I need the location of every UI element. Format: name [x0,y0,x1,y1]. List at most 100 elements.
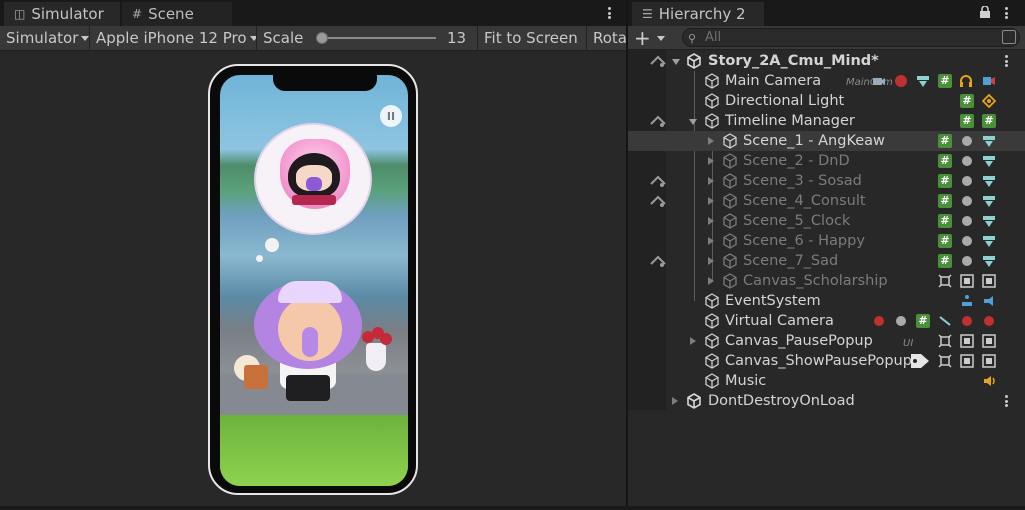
cinemachine-icon [984,316,994,326]
script-icon: # [938,254,952,268]
row-label: Scene_1 - AngKeaw [743,133,885,149]
thought-dot [265,238,279,252]
playable-icon [962,236,972,246]
rotate-button[interactable]: Rota [587,26,626,51]
add-icon[interactable]: + [634,27,651,49]
row-label: EventSystem [725,293,821,309]
scene-menu-icon[interactable] [1001,52,1011,70]
tab-simulator[interactable]: ◫ Simulator [4,2,120,26]
gameobject-icon [705,113,719,129]
simulator-tabbar: ◫ Simulator # Scene [0,0,626,26]
playable-icon [896,316,906,326]
hierarchy-search-input[interactable]: ⚲ All [682,28,1020,47]
headphones-icon [960,75,972,87]
hierarchy-scene-row[interactable]: Story_2A_Cmu_Mind* [628,51,1025,71]
audio-source-icon [984,376,995,386]
girl-shirt [292,195,336,205]
list-icon: ☰ [642,7,653,21]
scale-value: 13 [447,29,467,47]
fold-arrow-icon[interactable] [708,137,714,145]
tab-hierarchy[interactable]: ☰ Hierarchy 2 [632,2,764,26]
fit-to-screen-button[interactable]: Fit to Screen [478,26,587,51]
fold-arrow-icon[interactable] [690,337,696,345]
hierarchy-row[interactable]: Scene_7_Sad # [628,251,1025,271]
rotate-label: Rota [593,29,626,47]
simulator-menu-icon[interactable] [604,4,614,22]
fold-arrow-icon[interactable] [672,397,678,405]
row-label: Canvas_Scholarship [743,273,888,289]
hierarchy-row[interactable]: Scene_3 - Sosad # [628,171,1025,191]
visibility-icon[interactable] [650,194,666,208]
fold-arrow-icon[interactable] [708,177,714,185]
script-icon: # [960,114,974,128]
hierarchy-row[interactable]: Canvas_ShowPausePopup [628,351,1025,371]
rect-transform-icon [938,354,952,368]
hierarchy-row[interactable]: Main Camera MainCam # [628,71,1025,91]
hierarchy-row[interactable]: Timeline Manager # # [628,111,1025,131]
scene-visibility-icon[interactable] [650,54,666,68]
mode-dropdown[interactable]: Simulator [0,26,90,51]
input-module-icon [984,296,993,306]
tab-scene[interactable]: # Scene [122,2,232,26]
playable-icon [962,136,972,146]
row-label: Scene_7_Sad [743,253,839,269]
chevron-down-icon[interactable] [657,36,665,41]
canvas-scaler-icon [982,354,996,368]
playable-icon [962,176,972,186]
scale-slider-track[interactable] [318,37,436,39]
fold-arrow-icon[interactable] [708,217,714,225]
script-icon: # [938,194,952,208]
gameobject-icon [705,293,719,309]
simulator-icon: ◫ [14,7,26,21]
hierarchy-row[interactable]: Music [628,371,1025,391]
fold-arrow-icon[interactable] [708,197,714,205]
fold-arrow-icon[interactable] [708,237,714,245]
hierarchy-row[interactable]: EventSystem [628,291,1025,311]
playable-icon [962,156,972,166]
hierarchy-row-selected[interactable]: Scene_1 - AngKeaw # [628,131,1025,151]
visibility-icon[interactable] [650,254,666,268]
fold-arrow-icon[interactable] [672,59,680,65]
fold-arrow-icon[interactable] [689,119,697,125]
fold-arrow-icon[interactable] [708,277,714,285]
hierarchy-row[interactable]: Virtual Camera # [628,311,1025,331]
hierarchy-row[interactable]: Scene_6 - Happy # [628,231,1025,251]
grass [220,415,408,486]
fold-arrow-icon[interactable] [708,257,714,265]
row-label: Canvas_ShowPausePopup [725,353,912,369]
thought-dot-small [256,255,263,262]
canvas-icon [960,274,974,288]
hierarchy-row[interactable]: Scene_5_Clock # [628,211,1025,231]
rect-transform-icon [938,334,952,348]
hierarchy-row[interactable]: Canvas_PausePopup UI [628,331,1025,351]
gameobject-icon [723,133,737,149]
director-icon [983,156,995,167]
visibility-icon[interactable] [650,114,666,128]
visibility-icon[interactable] [650,174,666,188]
canvas-scaler-icon [982,274,996,288]
hierarchy-row[interactable]: Canvas_Scholarship [628,271,1025,291]
hierarchy-tabbar: ☰ Hierarchy 2 [628,0,1025,26]
scale-slider-thumb[interactable] [316,32,328,44]
script-icon: # [982,114,996,128]
canvas-icon [960,354,974,368]
lock-icon[interactable] [979,6,991,18]
hierarchy-row[interactable]: Directional Light # [628,91,1025,111]
scene-menu-icon[interactable] [1001,392,1011,410]
row-label: Timeline Manager [725,113,855,129]
hierarchy-row[interactable]: Scene_4_Consult # [628,191,1025,211]
director-icon [983,216,995,227]
hierarchy-scene-row[interactable]: DontDestroyOnLoad [628,391,1025,411]
gift-box [244,365,268,389]
device-dropdown[interactable]: Apple iPhone 12 Pro [90,26,257,51]
hierarchy-row[interactable]: Scene_2 - DnD # [628,151,1025,171]
grid-icon: # [132,7,143,21]
tab-scene-label: Scene [148,5,194,23]
hierarchy-menu-icon[interactable] [1001,4,1011,22]
search-options-icon[interactable] [1002,30,1016,44]
gameobject-icon [705,93,719,109]
camera-icon [873,78,885,85]
game-screen[interactable]: II [220,75,408,486]
pause-icon[interactable]: II [380,105,402,127]
fold-arrow-icon[interactable] [708,157,714,165]
